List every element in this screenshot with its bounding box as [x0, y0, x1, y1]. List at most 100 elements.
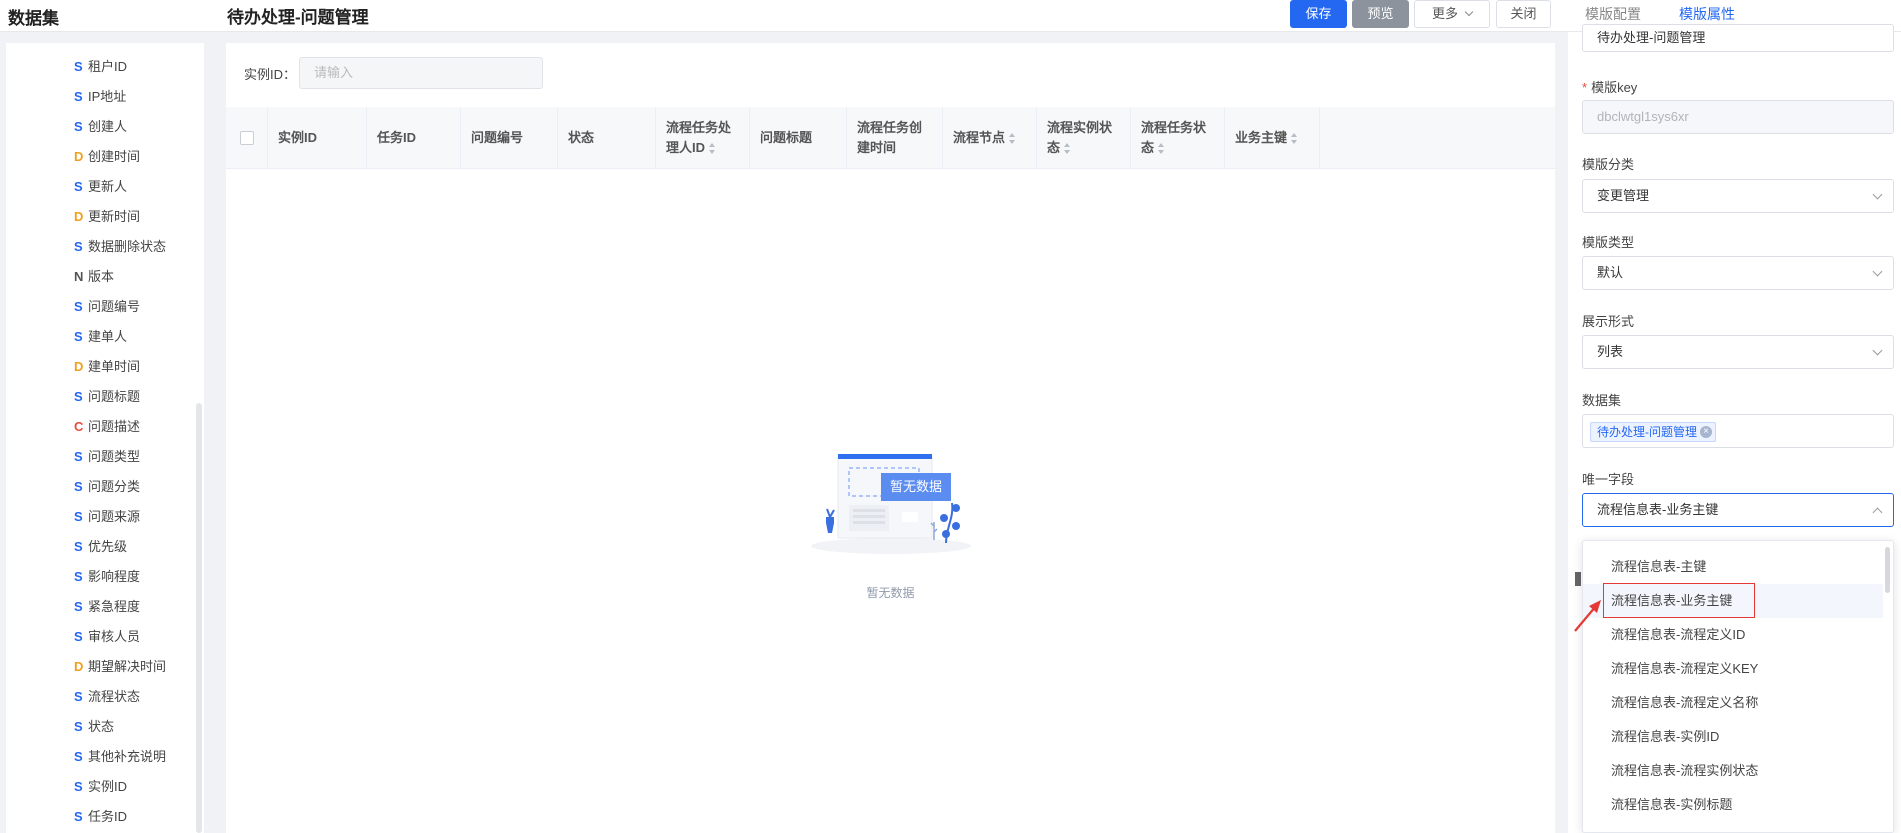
sort-icon[interactable] — [1158, 143, 1165, 155]
tab-template-config[interactable]: 模版配置 — [1585, 4, 1641, 24]
template-type-select[interactable]: 默认 — [1582, 256, 1894, 290]
empty-illustration: 暂无数据 — [811, 454, 971, 554]
field-item[interactable]: D 更新时间 — [74, 206, 140, 228]
dropdown-option[interactable]: 流程信息表-实例标题 — [1583, 788, 1883, 822]
dropdown-option[interactable]: 流程信息表-实例ID — [1583, 720, 1883, 754]
field-label: 版本 — [88, 269, 115, 284]
sort-icon[interactable] — [1291, 133, 1298, 145]
field-item[interactable]: S 任务ID — [74, 806, 127, 828]
field-item[interactable]: D 期望解决时间 — [74, 656, 166, 678]
instance-id-input[interactable]: 请输入 — [299, 57, 543, 89]
field-item[interactable]: S 紧急程度 — [74, 596, 140, 618]
field-item[interactable]: S 优先级 — [74, 536, 127, 558]
column-header-label: 流程任务状态 — [1141, 120, 1207, 155]
field-item[interactable]: C 问题描述 — [74, 416, 140, 438]
field-item[interactable]: S 更新人 — [74, 176, 127, 198]
field-type-badge: D — [74, 149, 84, 164]
column-header[interactable]: 流程任务状态 — [1131, 107, 1225, 169]
dropdown-option[interactable]: 流程信息表-主键 — [1583, 550, 1883, 584]
field-item[interactable]: S 状态 — [74, 716, 114, 738]
field-type-badge: S — [74, 719, 83, 734]
field-type-badge: S — [74, 569, 83, 584]
field-type-badge: S — [74, 239, 83, 254]
unique-field-select[interactable]: 流程信息表-业务主键 — [1582, 493, 1894, 527]
field-type-badge: S — [74, 449, 83, 464]
field-type-badge: S — [74, 59, 83, 74]
column-header-label: 流程任务处理人ID — [666, 120, 732, 155]
field-item[interactable]: S 问题编号 — [74, 296, 140, 318]
tab-template-props[interactable]: 模版属性 — [1679, 4, 1735, 24]
column-header-label: 业务主键 — [1235, 130, 1288, 145]
field-item[interactable]: S 建单人 — [74, 326, 127, 348]
field-label: 状态 — [88, 719, 115, 734]
tag-close-icon[interactable]: × — [1700, 426, 1712, 438]
column-header-label: 问题标题 — [760, 130, 813, 145]
field-item[interactable]: S IP地址 — [74, 86, 126, 108]
more-label: 更多 — [1431, 6, 1458, 21]
field-item[interactable]: S 问题标题 — [74, 386, 140, 408]
preview-button[interactable]: 预览 — [1352, 0, 1409, 28]
dropdown-option[interactable]: 流程信息表-流程定义KEY — [1583, 652, 1883, 686]
column-header-label: 流程节点 — [953, 130, 1006, 145]
column-header-label: 状态 — [568, 130, 595, 145]
column-header-label: 任务ID — [377, 130, 417, 145]
field-item[interactable]: N 版本 — [74, 266, 114, 288]
field-type-badge: S — [74, 779, 83, 794]
field-item[interactable]: S 问题类型 — [74, 446, 140, 468]
dataset-label: 数据集 — [1582, 393, 1622, 408]
column-header: 流程任务创建时间 — [847, 107, 943, 169]
dropdown-option[interactable]: 流程信息表-流程实例状态 — [1583, 754, 1883, 788]
sort-icon[interactable] — [709, 143, 716, 155]
instance-id-label: 实例ID： — [244, 67, 297, 82]
save-button[interactable]: 保存 — [1290, 0, 1347, 28]
field-label: 影响程度 — [88, 569, 141, 584]
field-type-badge: S — [74, 329, 83, 344]
field-item[interactable]: S 数据删除状态 — [74, 236, 166, 258]
field-label: 问题标题 — [88, 389, 141, 404]
more-button[interactable]: 更多 — [1414, 0, 1490, 28]
field-item[interactable]: S 实例ID — [74, 776, 127, 798]
field-type-badge: S — [74, 749, 83, 764]
field-item[interactable]: D 建单时间 — [74, 356, 140, 378]
dropdown-option[interactable]: 流程信息表-流程定义ID — [1583, 618, 1883, 652]
field-item[interactable]: S 流程状态 — [74, 686, 140, 708]
column-header-label: 问题编号 — [471, 130, 524, 145]
sidebar-scrollbar[interactable] — [196, 403, 202, 833]
dropdown-scrollbar[interactable] — [1885, 547, 1890, 593]
column-header-label: 流程实例状态 — [1047, 120, 1113, 155]
field-item[interactable]: S 影响程度 — [74, 566, 140, 588]
field-type-badge: S — [74, 389, 83, 404]
select-all-checkbox[interactable] — [239, 131, 254, 145]
dataset-select[interactable]: 待办处理-问题管理 × — [1582, 414, 1894, 448]
close-button[interactable]: 关闭 — [1496, 0, 1551, 28]
column-header[interactable]: 流程任务处理人ID — [656, 107, 750, 169]
template-key-label-text: 模版key — [1591, 80, 1638, 95]
field-item[interactable]: S 租户ID — [74, 56, 127, 78]
column-header-label: 流程任务创建时间 — [857, 120, 923, 155]
field-item[interactable]: S 问题来源 — [74, 506, 140, 528]
template-category-select[interactable]: 变更管理 — [1582, 179, 1894, 213]
field-label: 更新时间 — [88, 209, 141, 224]
field-item[interactable]: S 创建人 — [74, 116, 127, 138]
unique-field-label: 唯一字段 — [1582, 472, 1635, 487]
column-header-content: 流程任务处理人ID — [666, 118, 739, 158]
field-item[interactable]: S 问题分类 — [74, 476, 140, 498]
field-item[interactable]: S 其他补充说明 — [74, 746, 166, 768]
sort-icon[interactable] — [1009, 133, 1016, 145]
unique-field-value: 流程信息表-业务主键 — [1597, 502, 1719, 517]
field-label: 问题类型 — [88, 449, 141, 464]
field-item[interactable]: D 创建时间 — [74, 146, 140, 168]
column-header[interactable]: 流程节点 — [943, 107, 1037, 169]
template-type-label: 模版类型 — [1582, 235, 1635, 250]
column-header-content: 状态 — [568, 128, 594, 148]
column-header[interactable]: 流程实例状态 — [1037, 107, 1131, 169]
field-type-badge: S — [74, 809, 83, 824]
field-item[interactable]: S 审核人员 — [74, 626, 140, 648]
display-mode-select[interactable]: 列表 — [1582, 335, 1894, 369]
page-title: 待办处理-问题管理 — [227, 8, 369, 27]
sort-icon[interactable] — [1064, 143, 1071, 155]
column-header[interactable]: 业务主键 — [1225, 107, 1320, 169]
dropdown-option[interactable]: 流程信息表-流程定义名称 — [1583, 686, 1883, 720]
template-name-field[interactable]: 待办处理-问题管理 — [1582, 24, 1894, 52]
column-header-content: 任务ID — [377, 128, 416, 148]
